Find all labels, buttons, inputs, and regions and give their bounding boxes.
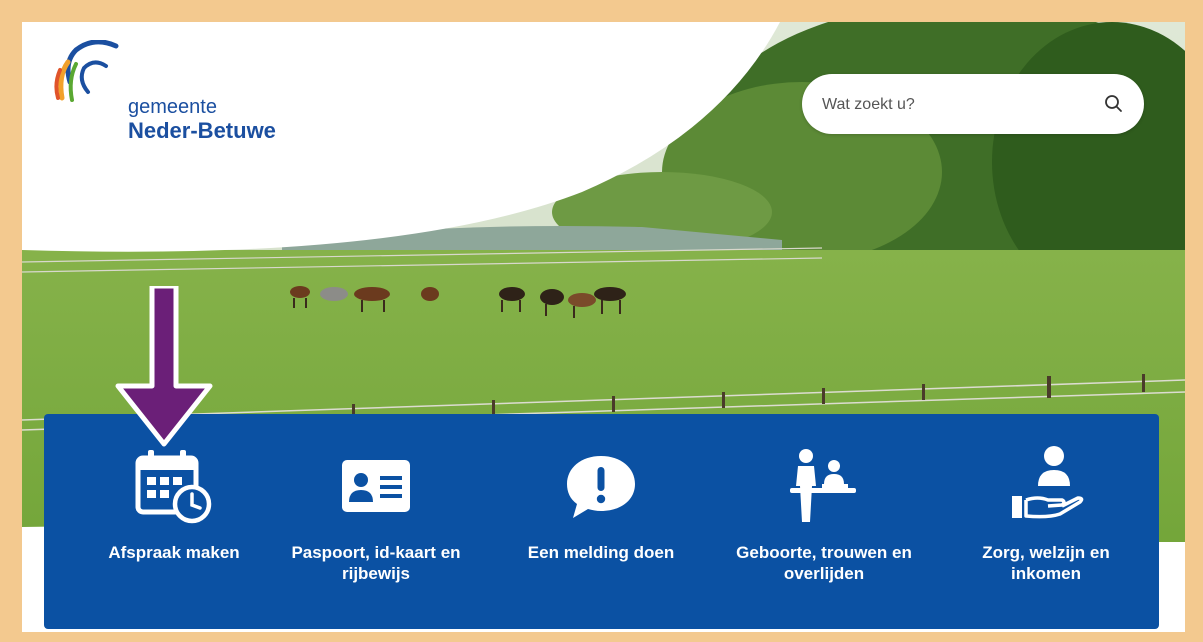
tile-zorg[interactable]: Zorg, welzijn en inkomen bbox=[946, 444, 1146, 614]
tile-paspoort[interactable]: Paspoort, id-kaart en rijbewijs bbox=[276, 444, 476, 614]
municipality-logo[interactable]: gemeente Neder-Betuwe bbox=[54, 36, 334, 143]
search-input[interactable] bbox=[820, 86, 1074, 124]
person-hand-icon bbox=[1012, 446, 1084, 519]
search-bar bbox=[802, 74, 1144, 134]
logo-text-name: Neder-Betuwe bbox=[128, 118, 276, 143]
tile-label: Geboorte, trouwen en overlijden bbox=[736, 543, 912, 583]
hero-section: gemeente Neder-Betuwe Wat zoekt u? Afspr… bbox=[22, 22, 1185, 632]
tile-afspraak-maken[interactable]: Afspraak maken bbox=[74, 444, 274, 614]
people-desk-icon bbox=[790, 449, 856, 522]
tile-label: Een melding doen bbox=[527, 543, 675, 562]
tile-label: Afspraak maken bbox=[108, 543, 240, 562]
search-icon bbox=[1105, 95, 1122, 112]
tile-melding[interactable]: Een melding doen bbox=[501, 444, 701, 614]
tile-geboorte[interactable]: Geboorte, trouwen en overlijden bbox=[724, 444, 924, 614]
page-frame: gemeente Neder-Betuwe Wat zoekt u? Afspr… bbox=[0, 0, 1203, 642]
annotation-arrow-icon bbox=[115, 286, 213, 447]
id-card-icon bbox=[342, 460, 410, 512]
tile-label: Zorg, welzijn en inkomen bbox=[982, 543, 1110, 583]
exclamation-bubble-icon bbox=[567, 456, 635, 518]
logo-text-gemeente: gemeente bbox=[128, 96, 217, 118]
tile-label: Paspoort, id-kaart en rijbewijs bbox=[291, 543, 461, 583]
search-button[interactable] bbox=[1098, 88, 1130, 120]
logo-swoosh-icon bbox=[54, 40, 119, 102]
